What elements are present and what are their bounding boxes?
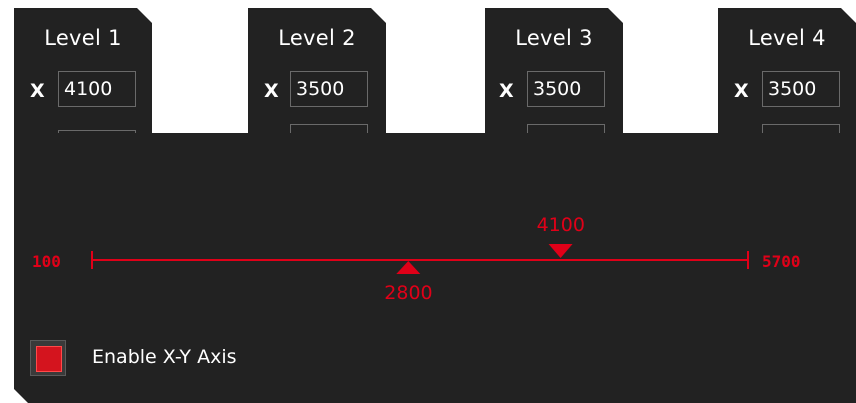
slider-track-svg <box>91 244 749 274</box>
y-value-marker[interactable] <box>396 261 421 274</box>
x-value-marker-label: 4100 <box>536 214 585 236</box>
x-value-marker[interactable] <box>548 244 573 258</box>
checkbox-checked-indicator <box>36 346 62 372</box>
enable-xy-axis-checkbox[interactable] <box>30 340 66 376</box>
enable-xy-axis-label: Enable X-Y Axis <box>92 346 237 368</box>
dpi-slider: 100 5700 4100 2800 <box>0 0 856 403</box>
y-value-marker-label: 2800 <box>384 282 433 304</box>
